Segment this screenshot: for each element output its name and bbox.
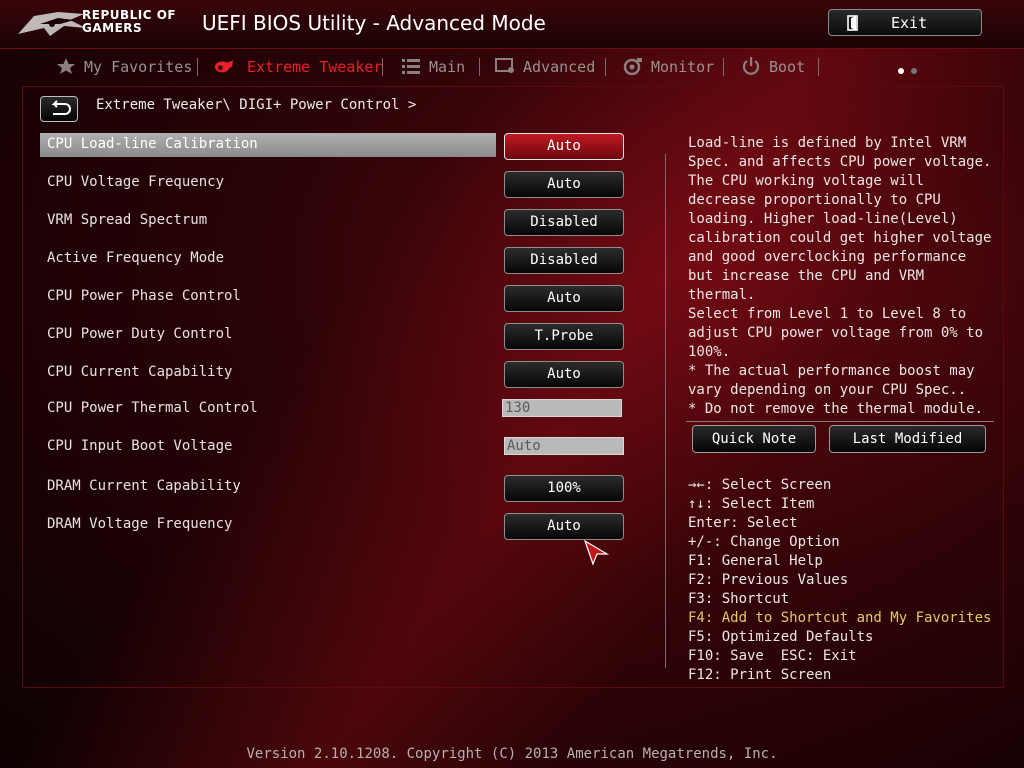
setting-active-frequency-mode[interactable]: Active Frequency Mode	[47, 250, 224, 266]
help-separator	[686, 421, 994, 422]
tab-label: Advanced	[523, 58, 596, 76]
setting-cpu-power-duty-control[interactable]: CPU Power Duty Control	[47, 326, 232, 342]
tab-separator	[382, 58, 383, 76]
cpu-load-line-calibration-button[interactable]: Auto	[504, 133, 624, 160]
advanced-icon	[495, 58, 514, 73]
key-f4: F4: Add to Shortcut and My Favorites	[688, 610, 992, 626]
exit-door-icon	[847, 15, 858, 31]
key-f5: F5: Optimized Defaults	[688, 629, 874, 645]
setting-cpu-current-capability[interactable]: CPU Current Capability	[47, 364, 232, 380]
app-title: UEFI BIOS Utility - Advanced Mode	[202, 11, 546, 35]
setting-dram-current-capability[interactable]: DRAM Current Capability	[47, 478, 241, 494]
key-legend: →←: Select Screen ↑↓: Select Item Enter:…	[688, 476, 991, 685]
breadcrumb: Extreme Tweaker\ DIGI+ Power Control >	[96, 97, 417, 113]
cpu-power-phase-control-button[interactable]: Auto	[504, 285, 624, 312]
version-footer: Version 2.10.1208. Copyright (C) 2013 Am…	[246, 746, 778, 762]
key-enter: Enter: Select	[688, 515, 798, 531]
main-tabs: My Favorites Extreme Tweaker Main Advanc…	[40, 56, 840, 80]
exit-label: Exit	[891, 14, 928, 32]
setting-dram-voltage-frequency[interactable]: DRAM Voltage Frequency	[47, 516, 232, 532]
logo-line-2: GAMERS	[82, 21, 143, 35]
tab-separator	[479, 58, 480, 76]
key-change-option: +/-: Change Option	[688, 534, 840, 550]
setting-cpu-load-line-calibration[interactable]: CPU Load-line Calibration	[47, 136, 258, 152]
cpu-power-duty-control-button[interactable]: T.Probe	[504, 323, 624, 350]
tab-label: Boot	[769, 58, 806, 76]
quick-note-button[interactable]: Quick Note	[692, 425, 816, 453]
setting-cpu-input-boot-voltage[interactable]: CPU Input Boot Voltage	[47, 438, 232, 454]
help-note: * The actual performance boost may vary …	[688, 363, 984, 417]
page-indicator	[898, 59, 924, 78]
tab-separator	[605, 58, 606, 76]
page-dot-active[interactable]	[898, 68, 904, 74]
dram-voltage-frequency-button[interactable]: Auto	[504, 513, 624, 540]
cpu-voltage-frequency-button[interactable]: Auto	[504, 171, 624, 198]
last-modified-button[interactable]: Last Modified	[829, 425, 986, 453]
vrm-spread-spectrum-button[interactable]: Disabled	[504, 209, 624, 236]
key-select-item: ↑↓: Select Item	[688, 496, 815, 512]
tab-separator	[197, 58, 198, 76]
setting-cpu-power-thermal-control[interactable]: CPU Power Thermal Control	[47, 400, 258, 416]
key-f3: F3: Shortcut	[688, 591, 790, 607]
tab-separator	[818, 58, 819, 76]
back-button[interactable]	[40, 96, 78, 122]
help-description: Load-line is defined by Intel VRM Spec. …	[688, 135, 992, 360]
key-select-screen: →←: Select Screen	[688, 477, 832, 493]
key-f10-esc: F10: Save ESC: Exit	[688, 648, 857, 664]
list-icon	[402, 59, 420, 74]
tab-label: Main	[429, 58, 466, 76]
setting-cpu-power-phase-control[interactable]: CPU Power Phase Control	[47, 288, 241, 304]
tab-separator	[723, 58, 724, 76]
setting-vrm-spread-spectrum[interactable]: VRM Spread Spectrum	[47, 212, 207, 228]
tweaker-icon	[214, 60, 234, 73]
title-bar: REPUBLIC OF GAMERS UEFI BIOS Utility - A…	[0, 0, 1024, 49]
back-arrow-icon	[51, 100, 71, 115]
cpu-current-capability-button[interactable]: Auto	[504, 361, 624, 388]
key-f1: F1: General Help	[688, 553, 823, 569]
key-f2: F2: Previous Values	[688, 572, 849, 588]
dram-current-capability-button[interactable]: 100%	[504, 475, 624, 502]
panel-divider	[665, 154, 666, 668]
logo-text: REPUBLIC OF GAMERS	[82, 9, 176, 35]
cpu-power-thermal-control-input[interactable]: 130	[502, 399, 622, 417]
cpu-input-boot-voltage-input[interactable]: Auto	[504, 437, 624, 455]
mouse-cursor-icon	[584, 540, 610, 566]
key-f12: F12: Print Screen	[688, 667, 832, 683]
power-icon	[742, 57, 760, 75]
star-icon	[57, 58, 75, 74]
tab-label: My Favorites	[84, 58, 193, 76]
page-dot[interactable]	[911, 68, 917, 74]
tab-label: Monitor	[651, 58, 715, 76]
active-frequency-mode-button[interactable]: Disabled	[504, 247, 624, 274]
tab-label: Extreme Tweaker	[247, 58, 383, 76]
setting-cpu-voltage-frequency[interactable]: CPU Voltage Frequency	[47, 174, 224, 190]
exit-button[interactable]: Exit	[828, 9, 982, 36]
monitor-icon	[623, 58, 642, 75]
